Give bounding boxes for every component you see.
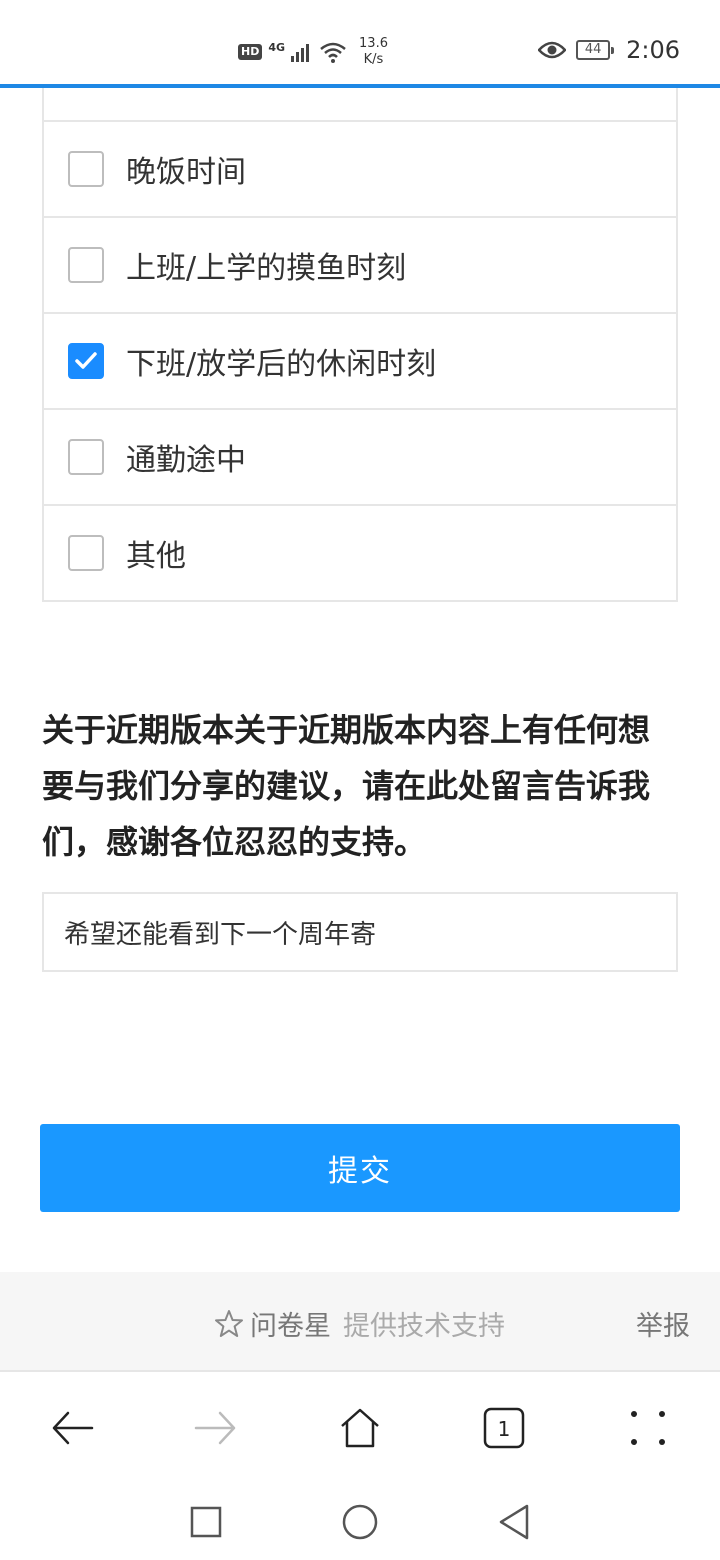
option-label: 晚饭时间 (126, 155, 246, 190)
checkbox[interactable] (68, 247, 104, 283)
home-button[interactable] (332, 1400, 388, 1456)
home-circle-icon (342, 1504, 378, 1540)
recents-button[interactable] (184, 1500, 228, 1544)
checkbox[interactable] (68, 535, 104, 571)
powered-by[interactable]: 问卷星 提供技术支持 (214, 1304, 505, 1343)
option-row[interactable]: 上班/上学的摸鱼时刻 (44, 218, 676, 314)
net-speed-unit: K/s (363, 52, 384, 67)
system-back-button[interactable] (492, 1500, 536, 1544)
hd-badge: HD (238, 44, 263, 60)
checkbox[interactable] (68, 439, 104, 475)
menu-button[interactable] (620, 1400, 676, 1456)
checkbox-checked[interactable] (68, 343, 104, 379)
option-label: 其他 (126, 539, 186, 574)
network-type: 4G (268, 40, 286, 54)
option-label: 下班/放学后的休闲时刻 (126, 347, 437, 382)
back-triangle-icon (499, 1504, 529, 1540)
option-label: 上班/上学的摸鱼时刻 (126, 251, 407, 286)
eye-icon (538, 41, 567, 59)
question-title: 关于近期版本关于近期版本内容上有任何想要与我们分享的建议，请在此处留言告诉我们，… (42, 711, 651, 861)
support-text: 提供技术支持 (343, 1311, 505, 1342)
status-bar: HD 4G 13.6 K/s 44 2:06 (0, 0, 720, 88)
option-label: 通勤途中 (126, 443, 246, 478)
net-speed: 13.6 K/s (359, 36, 388, 68)
check-icon (75, 352, 97, 369)
wifi-icon (320, 42, 346, 63)
report-link[interactable]: 举报 (636, 1304, 690, 1343)
status-right: 44 2:06 (538, 36, 680, 64)
option-row[interactable]: 下班/放学后的休闲时刻 (44, 314, 676, 410)
option-row[interactable]: 晚饭时间 (44, 122, 676, 218)
tab-count: 1 (498, 1417, 511, 1441)
system-navigation-bar (0, 1482, 720, 1560)
back-arrow-icon (52, 1411, 94, 1445)
back-button[interactable] (44, 1400, 100, 1456)
net-speed-value: 13.6 (359, 36, 388, 51)
forward-arrow-icon (194, 1411, 236, 1445)
option-row[interactable]: 其他 (44, 506, 676, 602)
checkbox[interactable] (68, 151, 104, 187)
forward-button[interactable] (188, 1400, 244, 1456)
signal-icon (291, 44, 310, 62)
suggestion-input[interactable] (42, 892, 678, 972)
tabs-button[interactable]: 1 (476, 1400, 532, 1456)
time-options-list: 晚饭时间 上班/上学的摸鱼时刻 下班/放学后的休闲时刻 通勤途中 其他 (42, 88, 678, 602)
status-left: HD 4G 13.6 K/s (238, 36, 388, 68)
star-icon (215, 1309, 243, 1337)
recents-square-icon (190, 1506, 222, 1538)
submit-button[interactable]: 提交 (40, 1124, 680, 1212)
battery-icon: 44 (576, 40, 615, 60)
home-icon (341, 1408, 379, 1448)
brand-name: 问卷星 (250, 1311, 331, 1342)
menu-dots-icon (631, 1411, 665, 1445)
footer: 问卷星 提供技术支持 举报 (0, 1272, 720, 1372)
tabs-icon: 1 (483, 1407, 525, 1449)
previous-option-partial (44, 88, 676, 122)
clock: 2:06 (626, 36, 680, 64)
option-row[interactable]: 通勤途中 (44, 410, 676, 506)
browser-toolbar: 1 (0, 1372, 720, 1482)
system-home-button[interactable] (338, 1500, 382, 1544)
